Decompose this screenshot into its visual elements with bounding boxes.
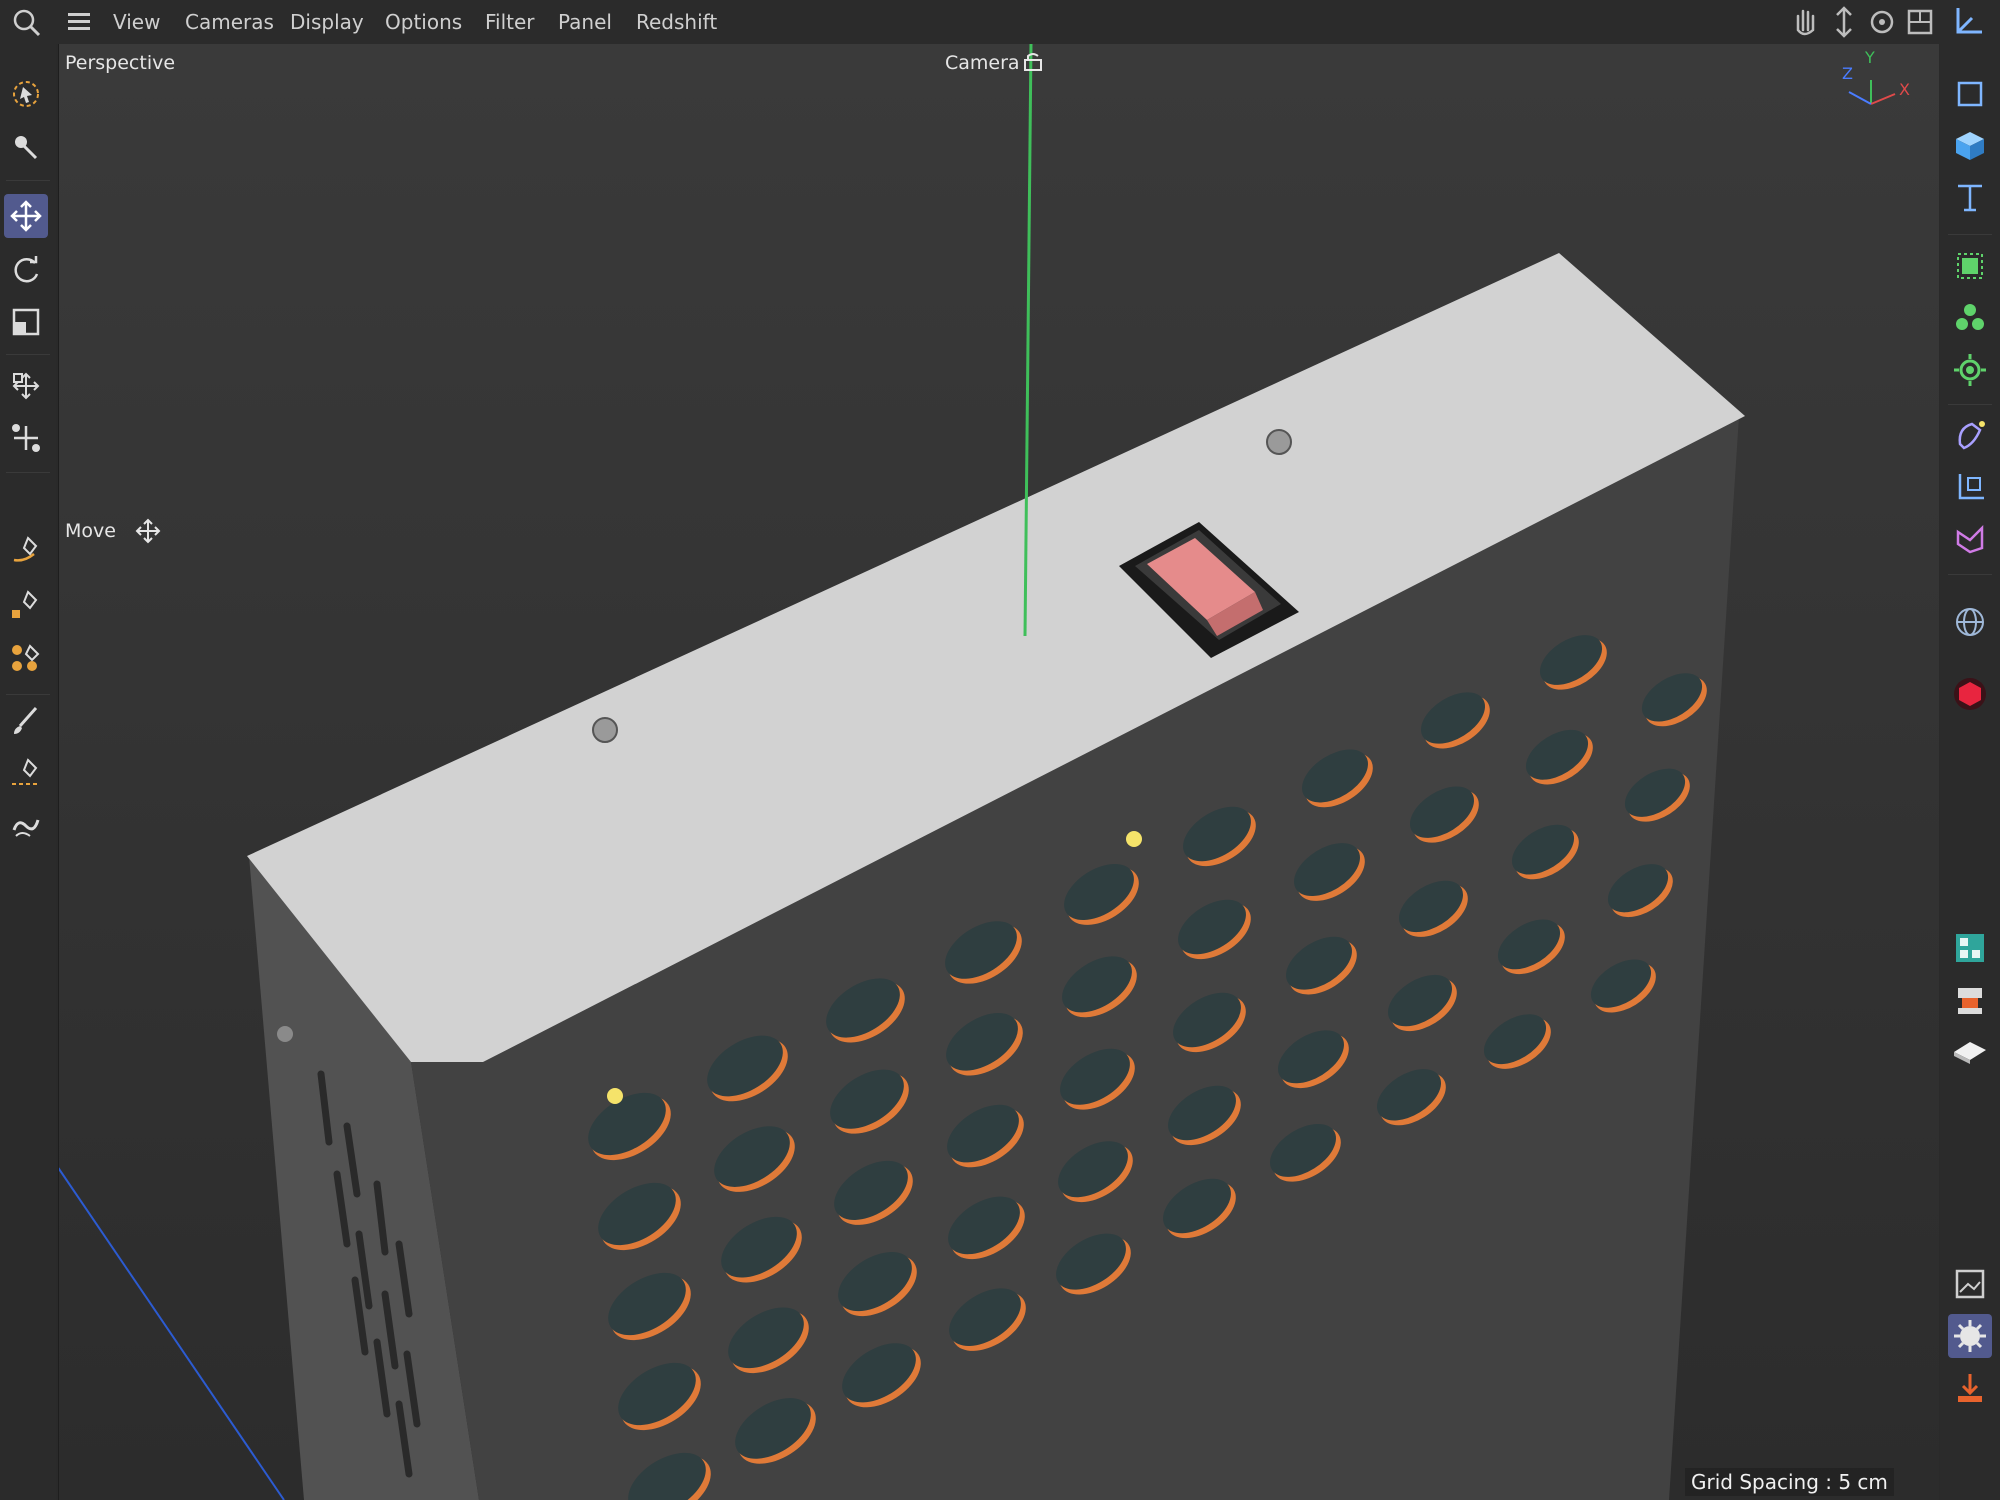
coordinate-system-icon[interactable] [1946, 0, 1990, 44]
viewport-menubar: View Cameras Display Options Filter Pane… [0, 0, 2000, 44]
led-indicator [1126, 831, 1142, 847]
generator-icon[interactable] [1948, 466, 1992, 510]
brush-icon[interactable] [4, 698, 48, 742]
cube-icon[interactable] [1948, 124, 1992, 168]
menu-view[interactable]: View [113, 10, 160, 34]
cloner-icon[interactable] [1948, 244, 1992, 288]
environment-icon[interactable] [1948, 600, 1992, 644]
null-object-icon[interactable] [1948, 72, 1992, 116]
move-small-icon [133, 516, 163, 546]
menu-redshift[interactable]: Redshift [636, 10, 717, 34]
right-toolbar [1940, 44, 2000, 1500]
floor-icon[interactable] [1948, 1030, 1992, 1074]
snap-icon[interactable] [4, 416, 48, 460]
search-icon[interactable] [4, 0, 48, 44]
live-selection-icon[interactable] [4, 72, 48, 116]
mograph-icon[interactable] [1948, 296, 1992, 340]
spline-pen-icon[interactable] [4, 528, 48, 572]
object-manager-icon[interactable] [1948, 926, 1992, 970]
spline-sketch-icon[interactable] [4, 582, 48, 626]
left-toolbar [0, 44, 56, 1500]
scale-icon[interactable] [4, 300, 48, 344]
deformer-icon[interactable] [1948, 414, 1992, 458]
screw [592, 717, 618, 743]
render-settings-icon[interactable] [1948, 1314, 1992, 1358]
camera-label[interactable]: Camera [945, 52, 1020, 74]
hamburger-menu-icon[interactable] [60, 0, 104, 44]
move-icon[interactable] [4, 194, 48, 238]
knife-icon[interactable] [4, 750, 48, 794]
maximize-view-icon[interactable] [1898, 0, 1942, 44]
active-tool-label: Move [65, 520, 116, 542]
view-name-label[interactable]: Perspective [65, 52, 175, 74]
menu-filter[interactable]: Filter [485, 10, 535, 34]
field-icon[interactable] [1948, 518, 1992, 562]
3d-viewport[interactable]: Perspective Camera Move Z Y X Grid Spaci… [58, 44, 1939, 1500]
magnet-icon[interactable] [4, 804, 48, 848]
tweak-icon[interactable] [4, 124, 48, 168]
layer-icon[interactable] [1948, 978, 1992, 1022]
screw [1266, 429, 1292, 455]
render-view-icon[interactable] [1948, 1262, 1992, 1306]
gizmo-z-label: Z [1842, 64, 1853, 83]
menu-panel[interactable]: Panel [558, 10, 612, 34]
menu-display[interactable]: Display [290, 10, 364, 34]
gizmo-x-label: X [1899, 80, 1910, 99]
gizmo-y-label: Y [1865, 48, 1875, 67]
led-indicator [607, 1088, 623, 1104]
viewport-scene [59, 44, 1939, 1500]
camera-lock-icon[interactable] [1019, 44, 1049, 80]
menu-cameras[interactable]: Cameras [185, 10, 274, 34]
text-icon[interactable] [1948, 176, 1992, 220]
rotate-icon[interactable] [4, 248, 48, 292]
grid-spacing-readout: Grid Spacing : 5 cm [1685, 1468, 1894, 1496]
effector-icon[interactable] [1948, 348, 1992, 392]
redshift-icon[interactable] [1948, 672, 1992, 716]
transfer-icon[interactable] [4, 364, 48, 408]
render-icon[interactable] [1948, 1366, 1992, 1410]
menu-options[interactable]: Options [385, 10, 462, 34]
spline-smooth-icon[interactable] [4, 636, 48, 680]
